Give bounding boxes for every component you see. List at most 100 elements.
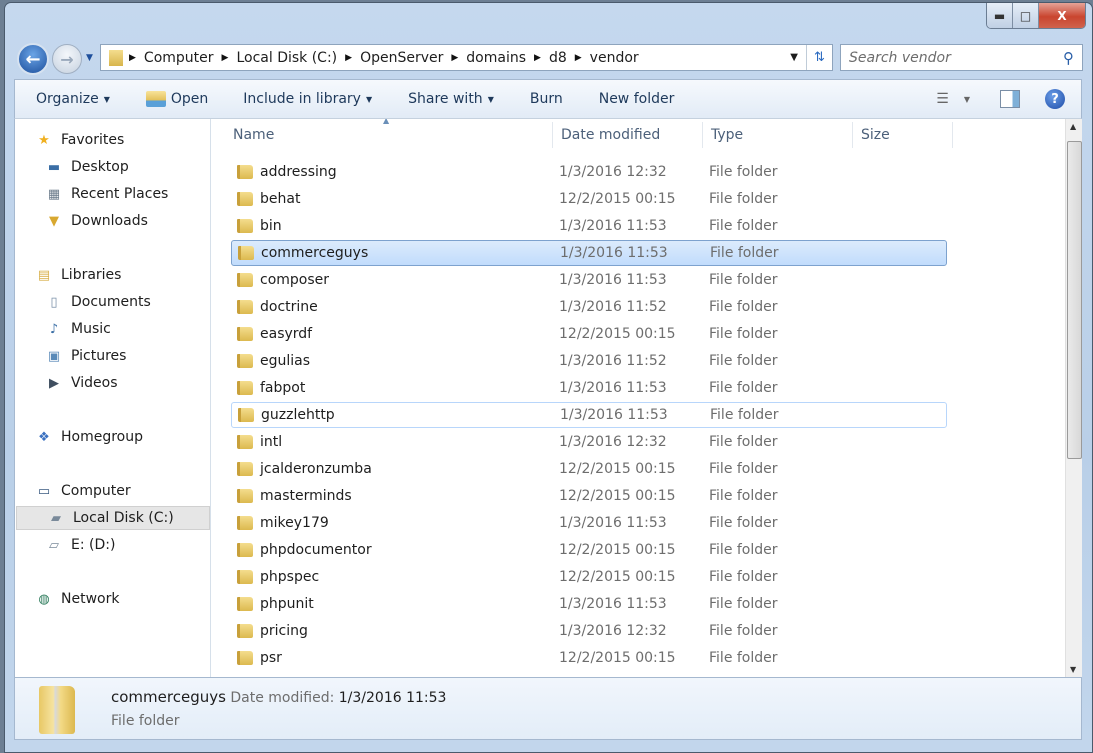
file-row[interactable]: phpspec 12/2/2015 00:15 File folder bbox=[231, 564, 947, 590]
breadcrumb-item[interactable]: ▶ vendor bbox=[567, 50, 639, 66]
file-date: 1/3/2016 11:53 bbox=[560, 407, 668, 423]
file-row[interactable]: easyrdf 12/2/2015 00:15 File folder bbox=[231, 321, 947, 347]
file-name: doctrine bbox=[260, 299, 318, 315]
file-type: File folder bbox=[709, 650, 778, 666]
file-row[interactable]: masterminds 12/2/2015 00:15 File folder bbox=[231, 483, 947, 509]
chevron-down-icon: ▼ bbox=[365, 94, 373, 104]
organize-button[interactable]: Organize ▼ bbox=[36, 91, 110, 107]
nav-item-favorites[interactable]: ★ Favorites bbox=[15, 128, 211, 152]
file-row[interactable]: commerceguys 1/3/2016 11:53 File folder bbox=[231, 240, 947, 266]
maximize-button[interactable]: □ bbox=[1013, 3, 1039, 28]
burn-button[interactable]: Burn bbox=[530, 91, 563, 107]
file-row[interactable]: behat 12/2/2015 00:15 File folder bbox=[231, 186, 947, 212]
file-type: File folder bbox=[709, 380, 778, 396]
breadcrumb-item[interactable]: ▶ OpenServer bbox=[337, 50, 443, 66]
nav-item-computer[interactable]: ▭ Computer bbox=[15, 479, 211, 503]
minimize-button[interactable]: ▬ bbox=[987, 3, 1013, 28]
folder-icon bbox=[237, 165, 253, 179]
preview-pane-icon bbox=[1000, 90, 1020, 108]
file-date: 12/2/2015 00:15 bbox=[559, 191, 676, 207]
scroll-down-arrow[interactable]: ▼ bbox=[1070, 665, 1076, 674]
file-row[interactable]: intl 1/3/2016 12:32 File folder bbox=[231, 429, 947, 455]
file-type: File folder bbox=[709, 164, 778, 180]
nav-item-documents[interactable]: ▯ Documents bbox=[15, 290, 211, 314]
breadcrumb-item[interactable]: ▶ d8 bbox=[526, 50, 567, 66]
file-row[interactable]: mikey179 1/3/2016 11:53 File folder bbox=[231, 510, 947, 536]
close-button[interactable]: X bbox=[1039, 3, 1085, 28]
file-row[interactable]: psr 12/2/2015 00:15 File folder bbox=[231, 645, 947, 671]
scroll-thumb[interactable] bbox=[1067, 141, 1082, 459]
column-name-label: Name bbox=[233, 127, 275, 143]
file-row[interactable]: addressing 1/3/2016 12:32 File folder bbox=[231, 159, 947, 185]
nav-item-music[interactable]: ♪ Music bbox=[15, 317, 211, 341]
search-input[interactable]: Search vendor bbox=[849, 50, 951, 66]
file-name: masterminds bbox=[260, 488, 352, 504]
column-header-size[interactable]: Size bbox=[853, 122, 953, 148]
address-dropdown-icon[interactable]: ▼ bbox=[782, 52, 806, 63]
include-in-library-button[interactable]: Include in library ▼ bbox=[243, 91, 372, 107]
nav-item-label: Desktop bbox=[71, 159, 129, 175]
vertical-scrollbar[interactable]: ▲ ▼ bbox=[1065, 119, 1082, 677]
nav-item-e-d[interactable]: ▱ E: (D:) bbox=[15, 533, 211, 557]
file-row[interactable]: phpdocumentor 12/2/2015 00:15 File folder bbox=[231, 537, 947, 563]
file-list: ▲ Name Date modified Type Size addressin… bbox=[211, 119, 1065, 677]
file-row[interactable]: guzzlehttp 1/3/2016 11:53 File folder bbox=[231, 402, 947, 428]
breadcrumb-item[interactable]: ▶ domains bbox=[443, 50, 526, 66]
nav-item-recent-places[interactable]: ▦ Recent Places bbox=[15, 182, 211, 206]
new-folder-button[interactable]: New folder bbox=[599, 91, 675, 107]
nav-item-pictures[interactable]: ▣ Pictures bbox=[15, 344, 211, 368]
nav-item-homegroup[interactable]: ❖ Homegroup bbox=[15, 425, 211, 449]
file-row[interactable]: egulias 1/3/2016 11:52 File folder bbox=[231, 348, 947, 374]
command-bar: Organize ▼ Open Include in library ▼ Share… bbox=[14, 79, 1082, 119]
refresh-icon[interactable]: ⇅ bbox=[806, 45, 832, 70]
back-button[interactable]: ← bbox=[17, 43, 49, 75]
file-date: 12/2/2015 00:15 bbox=[559, 650, 676, 666]
large-folder-icon bbox=[39, 686, 75, 734]
breadcrumb-item[interactable]: ▶ Computer bbox=[129, 50, 214, 66]
file-row[interactable]: composer 1/3/2016 11:53 File folder bbox=[231, 267, 947, 293]
pictures-icon: ▣ bbox=[47, 348, 61, 364]
videos-icon: ▶ bbox=[49, 375, 59, 391]
file-row[interactable]: phpunit 1/3/2016 11:53 File folder bbox=[231, 591, 947, 617]
file-type: File folder bbox=[709, 299, 778, 315]
file-row[interactable]: jcalderonzumba 12/2/2015 00:15 File folder bbox=[231, 456, 947, 482]
nav-item-label: Favorites bbox=[61, 132, 125, 148]
nav-item-local-disk-c[interactable]: ▰ Local Disk (C:) bbox=[16, 506, 210, 530]
nav-item-downloads[interactable]: ▼ Downloads bbox=[15, 209, 211, 233]
file-row[interactable]: fabpot 1/3/2016 11:53 File folder bbox=[231, 375, 947, 401]
nav-item-desktop[interactable]: ▬ Desktop bbox=[15, 155, 211, 179]
column-header-date[interactable]: Date modified bbox=[553, 122, 703, 148]
share-with-button[interactable]: Share with ▼ bbox=[408, 91, 494, 107]
file-type: File folder bbox=[709, 542, 778, 558]
open-button[interactable]: Open bbox=[145, 91, 208, 107]
breadcrumb-item[interactable]: ▶ Local Disk (C:) bbox=[214, 50, 338, 66]
nav-item-libraries[interactable]: ▤ Libraries bbox=[15, 263, 211, 287]
address-bar[interactable]: ▶ Computer ▶ Local Disk (C:) ▶ OpenServer ▶ dom… bbox=[100, 44, 833, 71]
file-type: File folder bbox=[709, 623, 778, 639]
burn-label: Burn bbox=[529, 91, 563, 107]
nav-item-network[interactable]: ◍ Network bbox=[15, 587, 211, 611]
change-view-button[interactable]: ☰ ▼ bbox=[936, 91, 970, 107]
file-row[interactable]: doctrine 1/3/2016 11:52 File folder bbox=[231, 294, 947, 320]
file-date: 12/2/2015 00:15 bbox=[559, 326, 676, 342]
help-button[interactable]: ? bbox=[1045, 89, 1065, 109]
file-row[interactable]: pricing 1/3/2016 12:32 File folder bbox=[231, 618, 947, 644]
open-folder-icon bbox=[145, 91, 166, 107]
file-date: 1/3/2016 11:53 bbox=[560, 245, 668, 261]
file-row[interactable]: bin 1/3/2016 11:53 File folder bbox=[231, 213, 947, 239]
breadcrumb-label: Local Disk (C:) bbox=[236, 49, 338, 66]
forward-button[interactable]: → bbox=[52, 44, 82, 74]
nav-item-label: E: (D:) bbox=[71, 537, 116, 553]
scroll-up-arrow[interactable]: ▲ bbox=[1070, 122, 1076, 131]
breadcrumb-label: OpenServer bbox=[360, 49, 444, 66]
new-folder-label: New folder bbox=[598, 91, 675, 107]
column-header-name[interactable]: Name bbox=[225, 122, 553, 148]
column-header-type[interactable]: Type bbox=[703, 122, 853, 148]
nav-item-videos[interactable]: ▶ Videos bbox=[15, 371, 211, 395]
recent-pages-dropdown[interactable]: ▼ bbox=[86, 53, 93, 63]
folder-icon bbox=[237, 381, 253, 395]
preview-pane-button[interactable] bbox=[1000, 90, 1020, 108]
chevron-right-icon: ▶ bbox=[534, 52, 541, 63]
search-box[interactable]: Search vendor ⚲ bbox=[840, 44, 1083, 71]
search-icon[interactable]: ⚲ bbox=[1063, 49, 1074, 67]
